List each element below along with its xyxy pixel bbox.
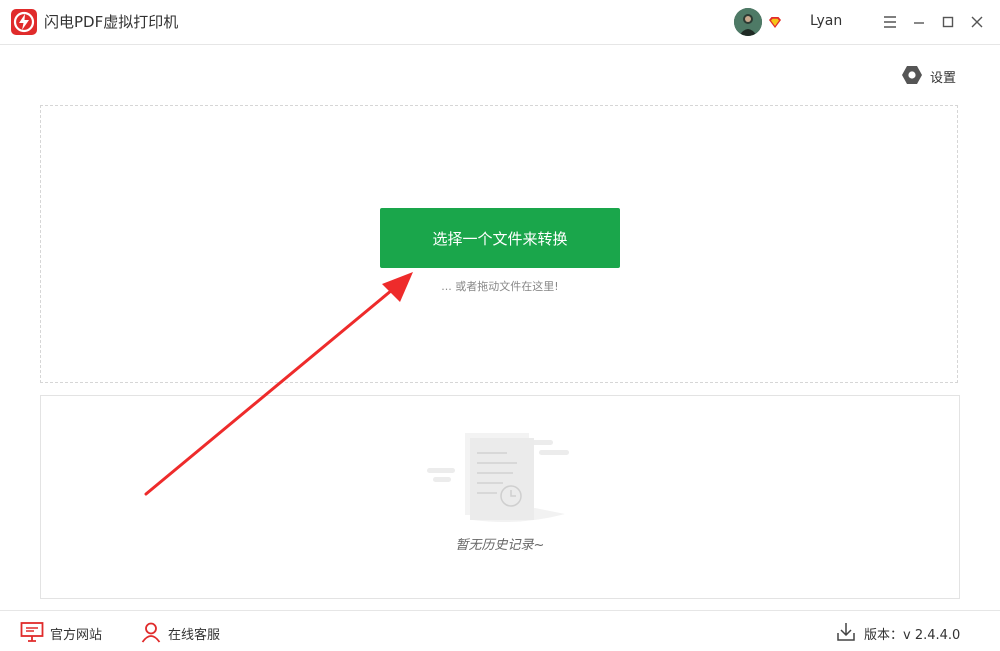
maximize-icon[interactable] bbox=[936, 10, 960, 34]
person-icon bbox=[141, 622, 161, 643]
hexagon-settings-icon bbox=[902, 66, 922, 84]
official-website-link[interactable]: 官方网站 bbox=[20, 621, 102, 643]
user-avatar[interactable] bbox=[734, 8, 762, 36]
drag-hint-text: ... 或者拖动文件在这里! bbox=[441, 280, 559, 293]
menu-icon[interactable] bbox=[878, 10, 902, 34]
version-text: 版本：v 2.4.4.0 bbox=[864, 624, 960, 643]
app-logo-icon bbox=[11, 9, 37, 35]
close-icon[interactable] bbox=[965, 10, 989, 34]
select-file-button[interactable]: 选择一个文件来转换 bbox=[380, 208, 620, 268]
download-icon bbox=[837, 623, 855, 641]
username[interactable]: Lyan bbox=[810, 12, 842, 30]
official-website-label: 官方网站 bbox=[50, 628, 103, 643]
empty-history-illustration bbox=[425, 428, 575, 528]
version-info: 版本：v 2.4.4.0 bbox=[836, 621, 960, 643]
monitor-icon bbox=[20, 622, 44, 642]
vip-badge-icon bbox=[767, 14, 783, 30]
version-value: v 2.4.4.0 bbox=[903, 628, 961, 643]
online-support-link[interactable]: 在线客服 bbox=[140, 621, 220, 643]
settings-button[interactable]: 设置 bbox=[901, 64, 956, 86]
app-title: 闪电PDF虚拟打印机 bbox=[44, 13, 179, 31]
minimize-icon[interactable] bbox=[907, 10, 931, 34]
version-label: 版本： bbox=[864, 628, 904, 643]
title-bar: 闪电PDF虚拟打印机 Lyan bbox=[0, 0, 1000, 45]
online-support-label: 在线客服 bbox=[168, 628, 221, 643]
history-empty-text: 暂无历史记录~ bbox=[455, 538, 545, 553]
settings-label: 设置 bbox=[930, 71, 957, 86]
footer-bar: 官方网站 在线客服 版本：v 2.4.4.0 bbox=[0, 610, 1000, 651]
